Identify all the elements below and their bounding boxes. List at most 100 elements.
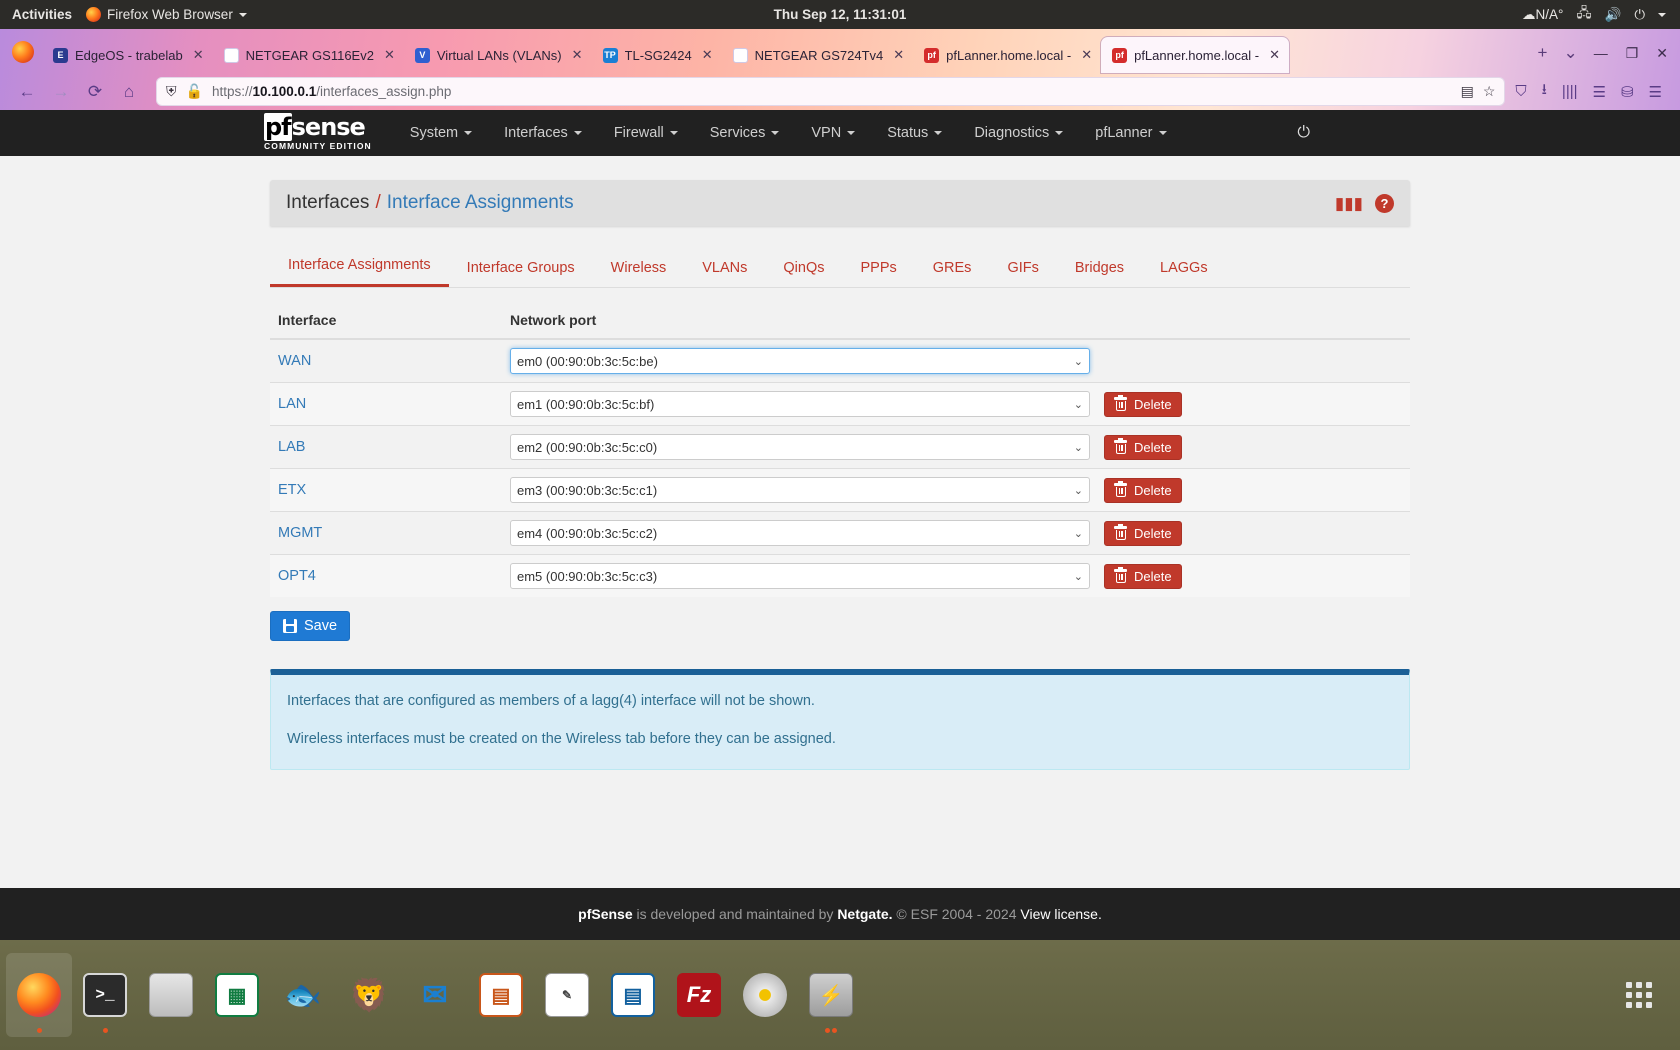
- delete-button-lab[interactable]: Delete: [1104, 434, 1182, 460]
- dock-item-writer[interactable]: ▤: [600, 953, 666, 1037]
- home-button[interactable]: ⌂: [112, 77, 146, 107]
- library-icon[interactable]: ||||: [1562, 83, 1578, 100]
- weather-indicator[interactable]: ☁N/A°: [1522, 7, 1563, 23]
- interface-link-opt4[interactable]: OPT4: [278, 568, 316, 584]
- forward-button[interactable]: →: [44, 77, 78, 107]
- tab-interface-groups[interactable]: Interface Groups: [449, 251, 593, 287]
- downloads-icon[interactable]: ⭳: [1542, 79, 1547, 104]
- tab-bridges[interactable]: Bridges: [1057, 251, 1142, 287]
- tab-gifs[interactable]: GIFs: [989, 251, 1056, 287]
- dock-item-filezilla[interactable]: Fz: [666, 953, 732, 1037]
- disc-icon: [743, 973, 787, 1017]
- lock-warning-icon[interactable]: 🔓: [186, 83, 203, 100]
- tab-laggs[interactable]: LAGGs: [1142, 251, 1226, 287]
- interface-link-etx[interactable]: ETX: [278, 482, 306, 498]
- delete-button-lan[interactable]: Delete: [1104, 391, 1182, 417]
- delete-button-mgmt[interactable]: Delete: [1104, 520, 1182, 546]
- back-button[interactable]: ←: [10, 77, 44, 107]
- logout-icon[interactable]: ⏻: [1297, 124, 1310, 142]
- browser-tab[interactable]: V Virtual LANs (VLANs) ✕: [404, 37, 592, 73]
- dock-item-draw[interactable]: ✎: [534, 953, 600, 1037]
- footer-license-link[interactable]: View license.: [1020, 906, 1101, 922]
- network-icon[interactable]: 🖧: [1576, 3, 1591, 26]
- address-bar[interactable]: ⛨ 🔓 https://10.100.0.1/interfaces_assign…: [156, 77, 1506, 106]
- browser-tab[interactable]: E EdgeOS - trabelab ✕: [42, 37, 213, 73]
- dock-item-thunderbird[interactable]: ✉: [402, 953, 468, 1037]
- power-icon[interactable]: ⏻: [1634, 7, 1645, 23]
- delete-button-opt4[interactable]: Delete: [1104, 563, 1182, 589]
- interface-link-lan[interactable]: LAN: [278, 396, 306, 412]
- network-port-select-mgmt[interactable]: em4 (00:90:0b:3c:5c:c2) ⌄: [510, 520, 1090, 546]
- volume-icon[interactable]: 🔊: [1605, 7, 1622, 23]
- tab-gres[interactable]: GREs: [915, 251, 990, 287]
- dock-item-remmina[interactable]: ⚡: [798, 953, 864, 1037]
- browser-tab[interactable]: pf pfLanner.home.local - ✕: [913, 37, 1101, 73]
- nav-item-system[interactable]: System: [394, 110, 488, 156]
- dock-item-brave[interactable]: 🦁: [336, 953, 402, 1037]
- show-applications-button[interactable]: [1626, 982, 1674, 1008]
- tab-ppps[interactable]: PPPs: [843, 251, 915, 287]
- dock-item-disc-burner[interactable]: [732, 953, 798, 1037]
- breadcrumb-root[interactable]: Interfaces: [286, 192, 369, 214]
- restore-button[interactable]: ❐: [1626, 45, 1639, 62]
- dock-item-fish-browser[interactable]: 🐟: [270, 953, 336, 1037]
- close-icon[interactable]: ✕: [384, 47, 395, 63]
- footer-netgate-link[interactable]: Netgate.: [837, 906, 892, 922]
- dock-item-impress[interactable]: ▤: [468, 953, 534, 1037]
- network-port-select-opt4[interactable]: em5 (00:90:0b:3c:5c:c3) ⌄: [510, 563, 1090, 589]
- close-icon[interactable]: ✕: [702, 47, 713, 63]
- help-icon[interactable]: ?: [1375, 193, 1394, 213]
- nav-item-interfaces[interactable]: Interfaces: [488, 110, 598, 156]
- reload-button[interactable]: ⟳: [78, 77, 112, 107]
- clock[interactable]: Thu Sep 12, 11:31:01: [0, 7, 1680, 22]
- app-menu-icon[interactable]: ☰: [1649, 83, 1662, 101]
- network-port-select-lan[interactable]: em1 (00:90:0b:3c:5c:bf) ⌄: [510, 391, 1090, 417]
- browser-tab-active[interactable]: pf pfLanner.home.local - ✕: [1101, 37, 1290, 73]
- app-menu[interactable]: Firefox Web Browser: [86, 7, 247, 22]
- nav-item-firewall[interactable]: Firewall: [598, 110, 694, 156]
- interface-link-mgmt[interactable]: MGMT: [278, 525, 322, 541]
- network-port-select-lab[interactable]: em2 (00:90:0b:3c:5c:c0) ⌄: [510, 434, 1090, 460]
- list-all-tabs-icon[interactable]: ⌄: [1563, 43, 1577, 63]
- nav-item-diagnostics[interactable]: Diagnostics: [958, 110, 1079, 156]
- new-tab-button[interactable]: +: [1538, 43, 1548, 63]
- status-graph-icon[interactable]: ▮▮▮: [1335, 195, 1363, 212]
- tab-wireless[interactable]: Wireless: [593, 251, 685, 287]
- tab-qinqs[interactable]: QinQs: [765, 251, 842, 287]
- save-button[interactable]: Save: [270, 611, 351, 641]
- dock-item-files[interactable]: [138, 953, 204, 1037]
- dock-item-calc[interactable]: ▦: [204, 953, 270, 1037]
- nav-item-pflanner[interactable]: pfLanner: [1079, 110, 1182, 156]
- browser-tab[interactable]: TP TL-SG2424 ✕: [592, 37, 722, 73]
- browser-tab[interactable]: N NETGEAR GS724Tv4 ✕: [722, 37, 914, 73]
- browser-tab[interactable]: N NETGEAR GS116Ev2 ✕: [213, 37, 404, 73]
- nav-item-status[interactable]: Status: [871, 110, 958, 156]
- pocket-icon[interactable]: ⛉: [1515, 83, 1526, 100]
- close-icon[interactable]: ✕: [572, 47, 583, 63]
- nav-item-services[interactable]: Services: [694, 110, 796, 156]
- extensions-icon[interactable]: ☰: [1593, 83, 1606, 101]
- close-window-button[interactable]: ✕: [1656, 45, 1668, 62]
- system-menu-chevron-icon[interactable]: [1658, 12, 1666, 17]
- activities-button[interactable]: Activities: [12, 7, 72, 22]
- network-port-select-etx[interactable]: em3 (00:90:0b:3c:5c:c1) ⌄: [510, 477, 1090, 503]
- interface-link-wan[interactable]: WAN: [278, 353, 311, 369]
- minimize-button[interactable]: —: [1594, 45, 1608, 61]
- close-icon[interactable]: ✕: [893, 47, 904, 63]
- close-icon[interactable]: ✕: [1081, 47, 1092, 63]
- tab-interface-assignments[interactable]: Interface Assignments: [270, 248, 449, 287]
- interface-link-lab[interactable]: LAB: [278, 439, 305, 455]
- close-icon[interactable]: ✕: [193, 47, 204, 63]
- delete-button-etx[interactable]: Delete: [1104, 477, 1182, 503]
- dock-item-terminal[interactable]: >_: [72, 953, 138, 1037]
- close-icon[interactable]: ✕: [1269, 47, 1280, 63]
- account-icon[interactable]: ⛁: [1621, 83, 1634, 101]
- dock-item-firefox[interactable]: [6, 953, 72, 1037]
- network-port-select-wan[interactable]: em0 (00:90:0b:3c:5c:be) ⌄: [510, 348, 1090, 374]
- reader-view-icon[interactable]: ▤: [1461, 83, 1474, 100]
- pfsense-logo[interactable]: pfsense COMMUNITY EDITION: [264, 113, 372, 151]
- shield-icon[interactable]: ⛨: [166, 83, 177, 100]
- nav-item-vpn[interactable]: VPN: [795, 110, 871, 156]
- bookmark-star-icon[interactable]: ☆: [1483, 83, 1496, 100]
- tab-vlans[interactable]: VLANs: [684, 251, 765, 287]
